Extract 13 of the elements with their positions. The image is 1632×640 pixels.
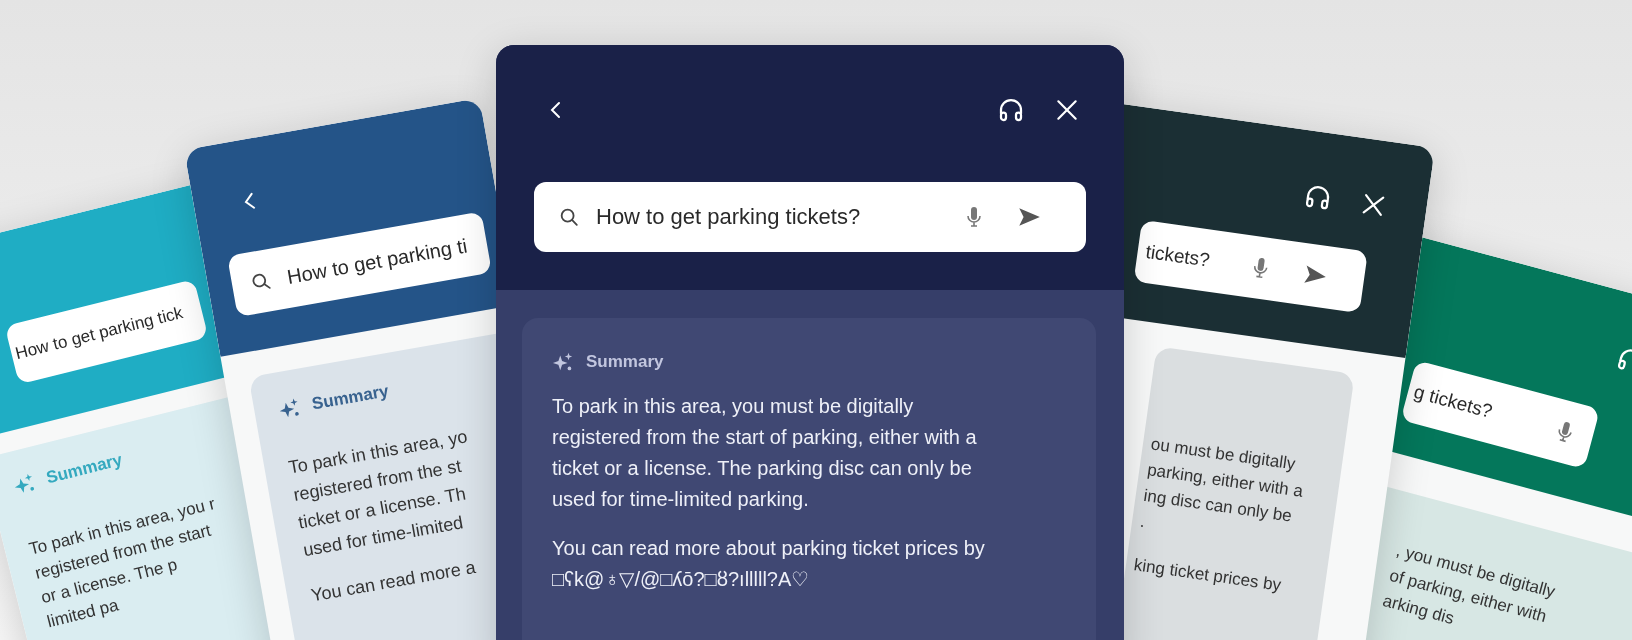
search-field[interactable]: How to get parking ti bbox=[227, 211, 492, 318]
search-field[interactable]: How to get parking tickets? bbox=[534, 182, 1086, 252]
close-icon[interactable] bbox=[1054, 97, 1080, 123]
summary-text: You can read more about parking ticket prices by □ʕk@♁▽/@□ʎō?□ȣ?ılllll?A♡ bbox=[552, 536, 986, 592]
summary-label: Summary bbox=[586, 351, 664, 373]
summary-label: Summary bbox=[43, 449, 125, 490]
summary-text: To park in this area, you must be digitally registered from the start of parking, either with a ticket or a license. The parking disc can only be used for time-limited parking. bbox=[552, 394, 978, 512]
summary-text: , you must be digitally of parking, either with arking dis bbox=[1379, 539, 1559, 631]
summary-text: king ticket prices by bbox=[1132, 554, 1284, 597]
summary-text: ou must be digitally parking, either with a ing disc can only be . bbox=[1138, 433, 1306, 534]
sparkle-icon bbox=[552, 350, 574, 373]
summary-label: Summary bbox=[309, 380, 391, 416]
search-field[interactable]: tickets? bbox=[1133, 219, 1368, 314]
